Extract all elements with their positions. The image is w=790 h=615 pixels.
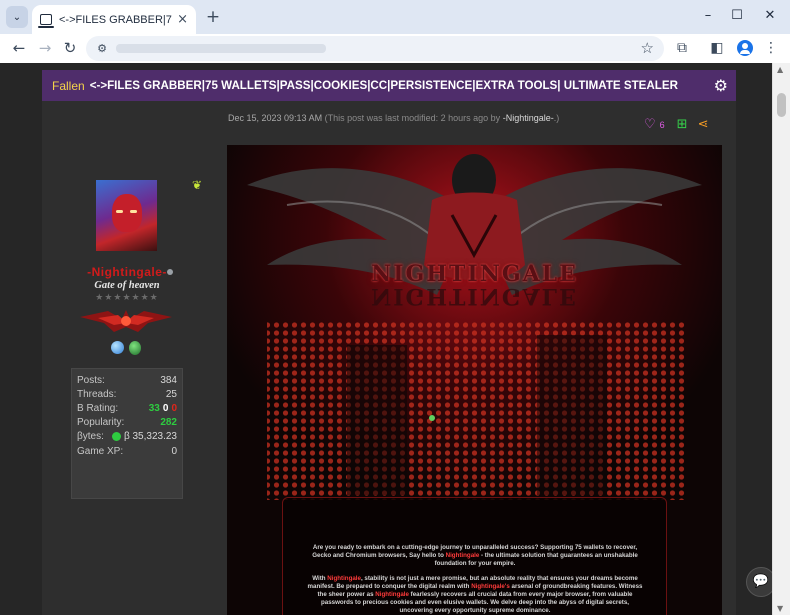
modified-note: (This post was last modified: 2 hours ag… bbox=[324, 113, 501, 123]
post-banner-image: NIGHTINGALE NIGHTINGALE Are you ready to… bbox=[227, 145, 722, 615]
maximize-button[interactable]: ☐ bbox=[727, 8, 747, 23]
gear-icon[interactable]: ⚙ bbox=[714, 76, 728, 95]
banner-paragraph-2: With Nightingale, stability is not just … bbox=[307, 575, 643, 614]
forward-arrow-icon[interactable]: → bbox=[34, 37, 56, 59]
stat-popularity: Popularity: 282 bbox=[77, 417, 177, 429]
avatar-eye bbox=[116, 210, 123, 213]
modified-note-end: .) bbox=[553, 113, 560, 123]
rating-values[interactable]: 33 0 0 bbox=[149, 403, 177, 414]
scroll-thumb[interactable] bbox=[777, 93, 786, 117]
avatar-eye bbox=[130, 210, 137, 213]
avatar[interactable] bbox=[96, 180, 157, 251]
chevron-down-icon: ⌄ bbox=[12, 11, 22, 23]
menu-kebab-icon[interactable]: ⋮ bbox=[761, 38, 781, 58]
tree-icon[interactable]: ⊞ bbox=[677, 117, 688, 132]
share-icon[interactable]: ⋖ bbox=[698, 117, 709, 132]
tab-close-icon[interactable]: × bbox=[177, 12, 188, 27]
like-count: 6 bbox=[659, 119, 665, 130]
gamexp-value: 0 bbox=[171, 445, 177, 457]
banner-paragraph-1: Are you ready to embark on a cutting-edg… bbox=[312, 544, 638, 567]
page-viewport: Fallen <->FILES GRABBER|75 WALLETS|PASS|… bbox=[0, 63, 790, 615]
stat-posts: Posts: 384 bbox=[77, 374, 177, 386]
stat-gamexp: Game XP: 0 bbox=[77, 445, 177, 457]
bytes-coin-icon bbox=[111, 432, 121, 442]
rank-badge-icon bbox=[80, 310, 172, 332]
modified-by-link[interactable]: -Nightingale- bbox=[503, 113, 554, 123]
site-info-icon[interactable]: ⚙ bbox=[94, 41, 110, 56]
post-meta: Dec 15, 2023 09:13 AM (This post was las… bbox=[228, 113, 559, 123]
thread-title: <->FILES GRABBER|75 WALLETS|PASS|COOKIES… bbox=[89, 79, 678, 92]
avatar-face bbox=[112, 194, 142, 232]
scroll-down-icon[interactable]: ▼ bbox=[777, 604, 783, 613]
thread-prefix[interactable]: Fallen bbox=[52, 79, 85, 93]
bookmark-star-icon[interactable]: ☆ bbox=[641, 39, 654, 57]
stat-bytes: βytes: β 35,323.23 bbox=[77, 431, 177, 443]
gem-award-icon[interactable] bbox=[129, 341, 141, 355]
user-title: Gate of heaven bbox=[94, 280, 160, 291]
side-panel-icon[interactable]: ◧ bbox=[707, 38, 727, 58]
scroll-up-icon[interactable]: ▲ bbox=[777, 65, 783, 74]
browser-toolbar: ← → ↻ ⚙ ☆ ⧉ ◧ ⋮ bbox=[0, 34, 790, 63]
page-scrollbar[interactable]: ▲ ▼ bbox=[772, 63, 790, 615]
post-actions: ♡ 6 ⊞ ⋖ bbox=[644, 117, 708, 132]
threads-count[interactable]: 25 bbox=[166, 389, 177, 400]
browser-tab[interactable]: <->FILES GRABBER|75 WALLETS × bbox=[32, 5, 196, 34]
tab-bar: ⌄ <->FILES GRABBER|75 WALLETS × + – ☐ ✕ bbox=[0, 0, 790, 34]
banner-logo-reflection: NIGHTINGALE bbox=[371, 283, 578, 309]
bytes-value: β 35,323.23 bbox=[111, 431, 177, 442]
banner-description: Are you ready to embark on a cutting-edg… bbox=[305, 544, 645, 615]
new-tab-button[interactable]: + bbox=[203, 7, 223, 27]
rank-stars: ★★★★★★★ bbox=[95, 293, 159, 303]
reload-icon[interactable]: ↻ bbox=[59, 37, 81, 59]
back-arrow-icon[interactable]: ← bbox=[8, 37, 30, 59]
minimize-button[interactable]: – bbox=[698, 8, 718, 23]
leaf-icon: ❦ bbox=[192, 178, 203, 192]
extensions-puzzle-icon[interactable]: ⧉ bbox=[672, 38, 692, 58]
posts-count[interactable]: 384 bbox=[160, 375, 177, 386]
laptop-icon bbox=[38, 14, 54, 28]
tab-title: <->FILES GRABBER|75 WALLETS bbox=[59, 13, 173, 26]
tab-search-button[interactable]: ⌄ bbox=[6, 6, 28, 28]
thread-header: Fallen <->FILES GRABBER|75 WALLETS|PASS|… bbox=[42, 70, 736, 101]
stat-rating: B Rating: 33 0 0 bbox=[77, 402, 177, 414]
offline-status-icon bbox=[167, 269, 173, 275]
post-date: Dec 15, 2023 09:13 AM bbox=[228, 113, 323, 123]
heart-icon[interactable]: ♡ bbox=[644, 117, 656, 132]
address-bar[interactable]: ⚙ ☆ bbox=[86, 36, 664, 61]
user-stats: Posts: 384 Threads: 25 B Rating: 33 0 0 Po… bbox=[71, 368, 183, 499]
post: Dec 15, 2023 09:13 AM (This post was las… bbox=[42, 101, 736, 615]
url-redacted bbox=[116, 44, 326, 53]
profile-avatar-icon[interactable] bbox=[737, 40, 753, 56]
stat-threads: Threads: 25 bbox=[77, 388, 177, 400]
popularity-value[interactable]: 282 bbox=[160, 417, 177, 428]
close-window-button[interactable]: ✕ bbox=[760, 8, 780, 23]
diamond-award-icon[interactable] bbox=[111, 341, 124, 354]
